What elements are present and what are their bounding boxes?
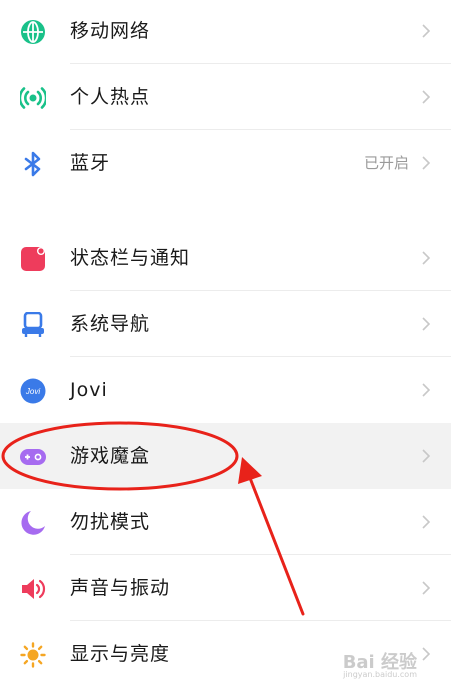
notification-icon [21, 247, 45, 271]
settings-item-label: 勿扰模式 [70, 511, 151, 533]
settings-item-label: 声音与振动 [70, 577, 171, 599]
settings-item-game-box[interactable]: 游戏魔盒 [0, 423, 451, 489]
chevron-right-icon [422, 383, 431, 397]
settings-item-label: 系统导航 [70, 313, 151, 335]
chevron-right-icon [422, 515, 431, 529]
gamepad-icon [20, 449, 46, 465]
settings-item-label: 显示与亮度 [70, 643, 171, 665]
settings-item-label: 游戏魔盒 [70, 445, 151, 467]
chevron-right-icon [422, 317, 431, 331]
settings-item-bluetooth[interactable]: 蓝牙 已开启 [0, 130, 451, 196]
settings-item-label: 个人热点 [70, 86, 151, 108]
settings-item-hotspot[interactable]: 个人热点 [0, 64, 451, 130]
bluetooth-status: 已开启 [363, 154, 409, 172]
chevron-right-icon [422, 581, 431, 595]
watermark-subtext: jingyan.baidu.com [343, 670, 417, 679]
settings-item-mobile-network[interactable]: 移动网络 [0, 0, 451, 64]
jovi-icon-text: Jovi [25, 387, 40, 396]
speaker-icon [22, 579, 46, 599]
sun-icon [20, 642, 46, 668]
navigation-icon [22, 312, 44, 337]
chevron-right-icon [422, 647, 431, 661]
bluetooth-icon [24, 151, 41, 177]
chevron-right-icon [422, 449, 431, 463]
settings-item-label: 移动网络 [70, 20, 151, 42]
settings-item-do-not-disturb[interactable]: 勿扰模式 [0, 489, 451, 555]
settings-item-sound-vibration[interactable]: 声音与振动 [0, 555, 451, 621]
moon-icon [21, 511, 45, 535]
chevron-right-icon [422, 251, 431, 265]
jovi-icon: Jovi [20, 378, 46, 404]
chevron-right-icon [422, 24, 431, 38]
settings-item-label: 状态栏与通知 [70, 247, 191, 269]
settings-item-label: Jovi [70, 379, 108, 401]
settings-item-jovi[interactable]: Jovi Jovi [0, 357, 451, 423]
settings-item-system-navigation[interactable]: 系统导航 [0, 291, 451, 357]
hotspot-icon [20, 87, 46, 109]
chevron-right-icon [422, 156, 431, 170]
chevron-right-icon [422, 90, 431, 104]
globe-icon [21, 20, 45, 44]
watermark: Bai 经验 jingyan.baidu.com [343, 648, 417, 679]
settings-item-label: 蓝牙 [70, 152, 111, 174]
settings-item-status-bar-notifications[interactable]: 状态栏与通知 [0, 225, 451, 291]
